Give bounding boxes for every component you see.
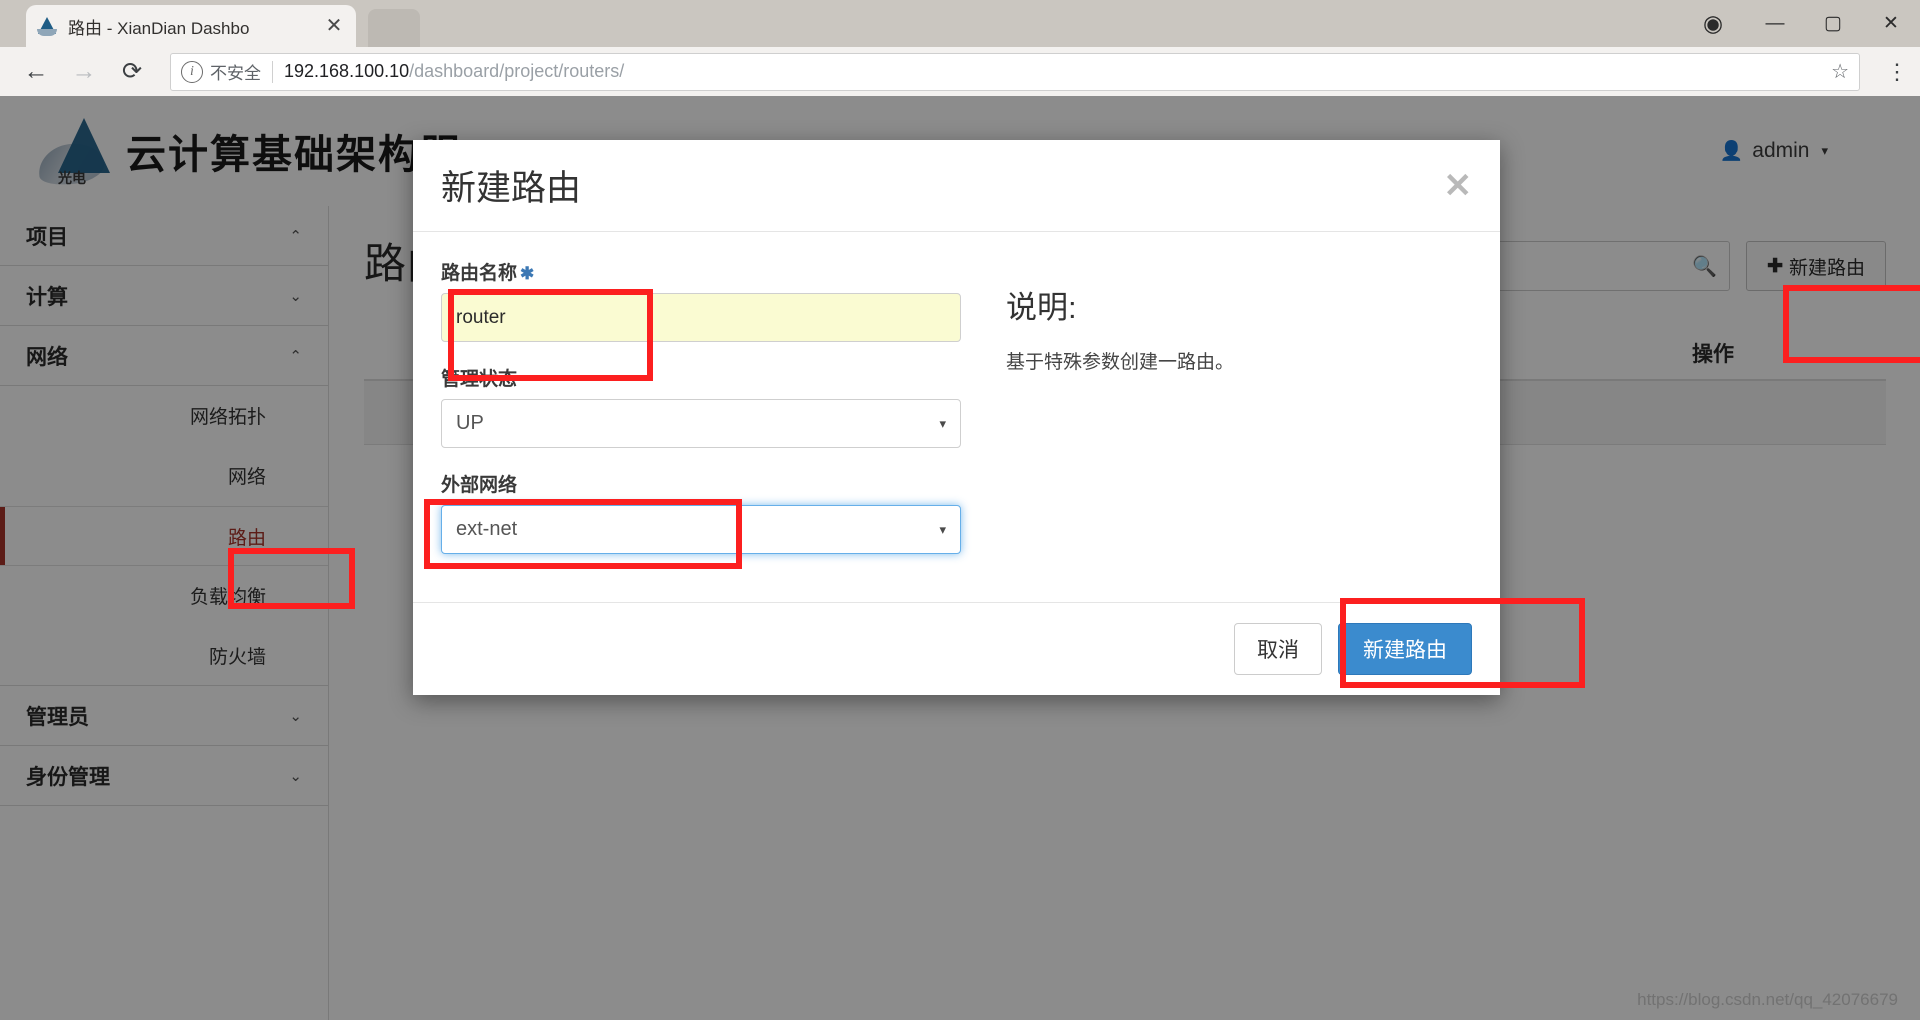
admin-state-select[interactable]: UP ▾ xyxy=(441,399,961,448)
bookmark-star-icon[interactable]: ☆ xyxy=(1831,59,1849,84)
maximize-icon[interactable]: ▢ xyxy=(1804,0,1862,47)
cancel-button[interactable]: 取消 xyxy=(1234,623,1322,675)
router-name-label: 路由名称 ✱ xyxy=(441,258,971,285)
chevron-down-icon: ▾ xyxy=(939,521,946,537)
chevron-down-icon: ▾ xyxy=(939,415,946,431)
modal-description: 说明: 基于特殊参数创建一路由。 xyxy=(971,258,1441,602)
required-asterisk-icon: ✱ xyxy=(520,264,535,283)
description-text: 基于特殊参数创建一路由。 xyxy=(1006,352,1235,373)
browser-toolbar: ← → ⟳ i 不安全 192.168.100.10/dashboard/pro… xyxy=(0,47,1920,96)
submit-create-router-button[interactable]: 新建路由 xyxy=(1338,623,1472,675)
xiandian-favicon-icon xyxy=(36,15,58,37)
browser-menu-icon[interactable]: ⋮ xyxy=(1874,47,1920,96)
omnibox-divider xyxy=(272,60,273,83)
modal-footer: 取消 新建路由 xyxy=(413,602,1500,695)
router-name-label-text: 路由名称 xyxy=(441,263,518,284)
new-tab-button[interactable] xyxy=(368,9,420,47)
url-host: 192.168.100.10 xyxy=(284,61,410,81)
description-title: 说明: xyxy=(1006,290,1077,325)
tab-title: 路由 - XianDian Dashbo xyxy=(68,18,250,38)
window-controls: ◉ — ▢ ✕ xyxy=(1680,0,1920,47)
admin-state-label: 管理状态 xyxy=(441,369,518,390)
modal-form: 路由名称✱ 管理状态 UP ▾ 外部网络 ext-net xyxy=(441,258,971,602)
close-icon[interactable]: ✕ xyxy=(1444,169,1473,203)
minimize-icon[interactable]: — xyxy=(1746,0,1804,47)
modal-body: 路由名称✱ 管理状态 UP ▾ 外部网络 ext-net xyxy=(413,232,1500,602)
external-network-select[interactable]: ext-net ▾ xyxy=(441,505,961,554)
field-external-network: 外部网络 ext-net ▾ xyxy=(441,470,971,554)
external-network-label: 外部网络 xyxy=(441,475,518,496)
browser-chrome: 路由 - XianDian Dashbo ✕ ◉ — ▢ ✕ ← → ⟳ i 不… xyxy=(0,0,1920,96)
tab-strip: 路由 - XianDian Dashbo ✕ ◉ — ▢ ✕ xyxy=(0,0,1920,47)
field-admin-state: 管理状态 UP ▾ xyxy=(441,364,971,448)
external-network-select-wrap: ext-net ▾ xyxy=(441,505,961,554)
forward-icon[interactable]: → xyxy=(60,47,108,96)
close-tab-icon[interactable]: ✕ xyxy=(322,16,346,36)
admin-state-selected-value: UP xyxy=(456,412,484,434)
security-label: 不安全 xyxy=(210,64,261,83)
admin-state-select-wrap: UP ▾ xyxy=(441,399,961,448)
url-text: 192.168.100.10/dashboard/project/routers… xyxy=(284,61,624,82)
profile-icon[interactable]: ◉ xyxy=(1680,0,1746,47)
create-router-modal: 新建路由 ✕ 路由名称✱ 管理状态 UP ▾ 外部网络 xyxy=(413,140,1500,695)
reload-icon[interactable]: ⟳ xyxy=(108,47,156,96)
url-path: /dashboard/project/routers/ xyxy=(409,61,625,81)
modal-header: 新建路由 ✕ xyxy=(413,140,1500,232)
field-router-name: 路由名称 ✱ xyxy=(441,258,971,342)
back-icon[interactable]: ← xyxy=(12,47,60,96)
close-window-icon[interactable]: ✕ xyxy=(1862,0,1920,47)
browser-tab[interactable]: 路由 - XianDian Dashbo ✕ xyxy=(26,5,356,47)
external-network-selected-value: ext-net xyxy=(456,518,518,540)
router-name-input[interactable] xyxy=(441,293,961,342)
info-icon[interactable]: i xyxy=(181,60,203,83)
modal-title: 新建路由 xyxy=(441,169,582,208)
address-bar[interactable]: i 不安全 192.168.100.10/dashboard/project/r… xyxy=(170,52,1860,91)
